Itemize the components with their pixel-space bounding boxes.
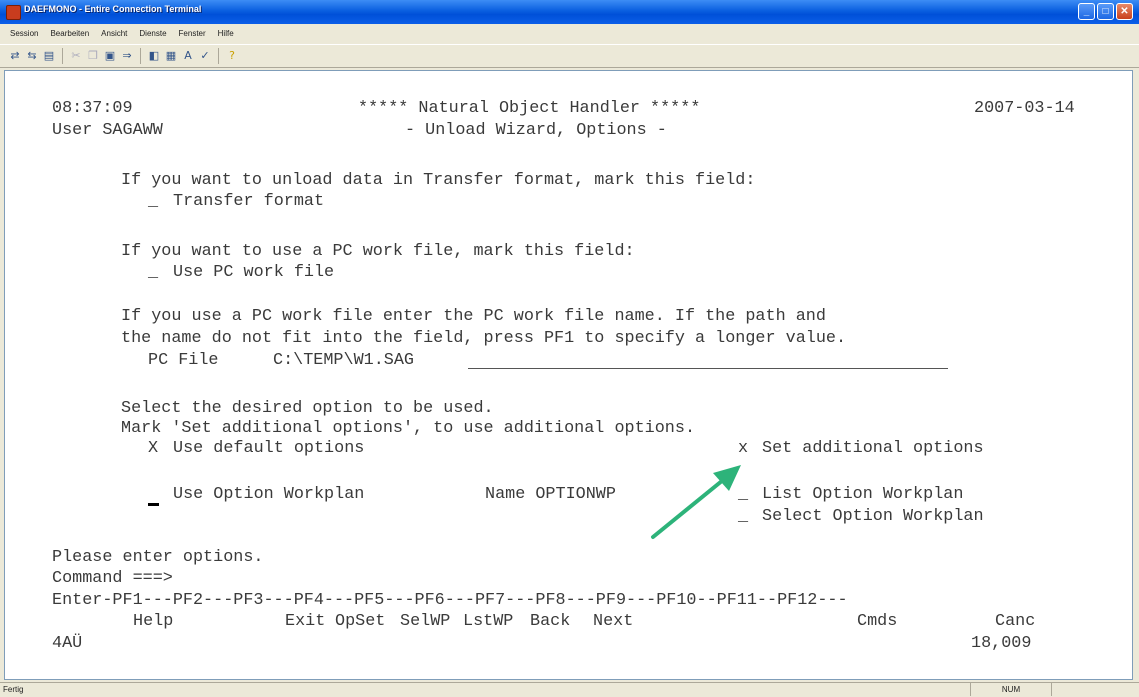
- bottom-right-code: 18,009: [971, 634, 1032, 653]
- pf3-exit[interactable]: Exit: [285, 612, 325, 632]
- receive-icon[interactable]: ▦: [164, 49, 178, 63]
- annotation-arrow: [651, 465, 741, 539]
- transfer-icon[interactable]: ⇒: [120, 49, 134, 63]
- minimize-icon[interactable]: _: [1078, 3, 1095, 20]
- connect-icon[interactable]: ⇄: [8, 49, 22, 63]
- menu-help[interactable]: Hilfe: [218, 24, 234, 44]
- command-label: Command ===>: [52, 569, 173, 588]
- window-controls: _ □ ✕: [1078, 3, 1133, 20]
- app-icon: [6, 5, 21, 20]
- status-num: NUM: [970, 683, 1052, 696]
- title-bar: DAEFMONO - Entire Connection Terminal _ …: [0, 0, 1139, 24]
- print-icon[interactable]: ▤: [42, 49, 56, 63]
- pf12-canc[interactable]: Canc: [995, 612, 1035, 632]
- toolbar-separator: [62, 48, 63, 64]
- menu-edit[interactable]: Bearbeiten: [50, 24, 89, 44]
- copy-icon[interactable]: ❐: [86, 49, 100, 63]
- cut-icon[interactable]: ✂: [69, 49, 83, 63]
- pf4-opset[interactable]: OpSet: [335, 612, 385, 632]
- menu-window[interactable]: Fenster: [179, 24, 206, 44]
- help-icon[interactable]: ?: [225, 49, 239, 63]
- menu-session[interactable]: Session: [10, 24, 38, 44]
- pf10-cmds[interactable]: Cmds: [857, 612, 897, 632]
- bottom-left-code: 4AÜ: [52, 634, 83, 653]
- settings-icon[interactable]: A: [181, 49, 195, 63]
- pf8-next[interactable]: Next: [593, 612, 633, 632]
- status-message: Please enter options.: [52, 548, 264, 567]
- window-title: DAEFMONO - Entire Connection Terminal: [24, 4, 202, 14]
- terminal-screen[interactable]: 08:37:09 ***** Natural Object Handler **…: [4, 70, 1133, 680]
- maximize-icon[interactable]: □: [1097, 3, 1114, 20]
- menu-view[interactable]: Ansicht: [101, 24, 127, 44]
- pf7-back[interactable]: Back: [530, 612, 570, 632]
- paste-icon[interactable]: ▣: [103, 49, 117, 63]
- pf-key-line: Enter-PF1---PF2---PF3---PF4---PF5---PF6-…: [52, 591, 848, 610]
- menu-bar: Session Bearbeiten Ansicht Dienste Fenst…: [0, 24, 1139, 44]
- status-bar: Fertig NUM: [0, 682, 1139, 697]
- check-icon[interactable]: ✓: [198, 49, 212, 63]
- menu-services[interactable]: Dienste: [139, 24, 166, 44]
- pf6-lstwp[interactable]: LstWP: [463, 612, 513, 632]
- toolbar: ⇄ ⇆ ▤ ✂ ❐ ▣ ⇒ ◧ ▦ A ✓ ?: [0, 44, 1139, 68]
- pf1-help[interactable]: Help: [133, 612, 173, 632]
- close-icon[interactable]: ✕: [1116, 3, 1133, 20]
- disconnect-icon[interactable]: ⇆: [25, 49, 39, 63]
- status-ready: Fertig: [3, 685, 24, 694]
- toolbar-separator: [218, 48, 219, 64]
- toolbar-separator: [140, 48, 141, 64]
- pf5-selwp[interactable]: SelWP: [400, 612, 450, 632]
- send-icon[interactable]: ◧: [147, 49, 161, 63]
